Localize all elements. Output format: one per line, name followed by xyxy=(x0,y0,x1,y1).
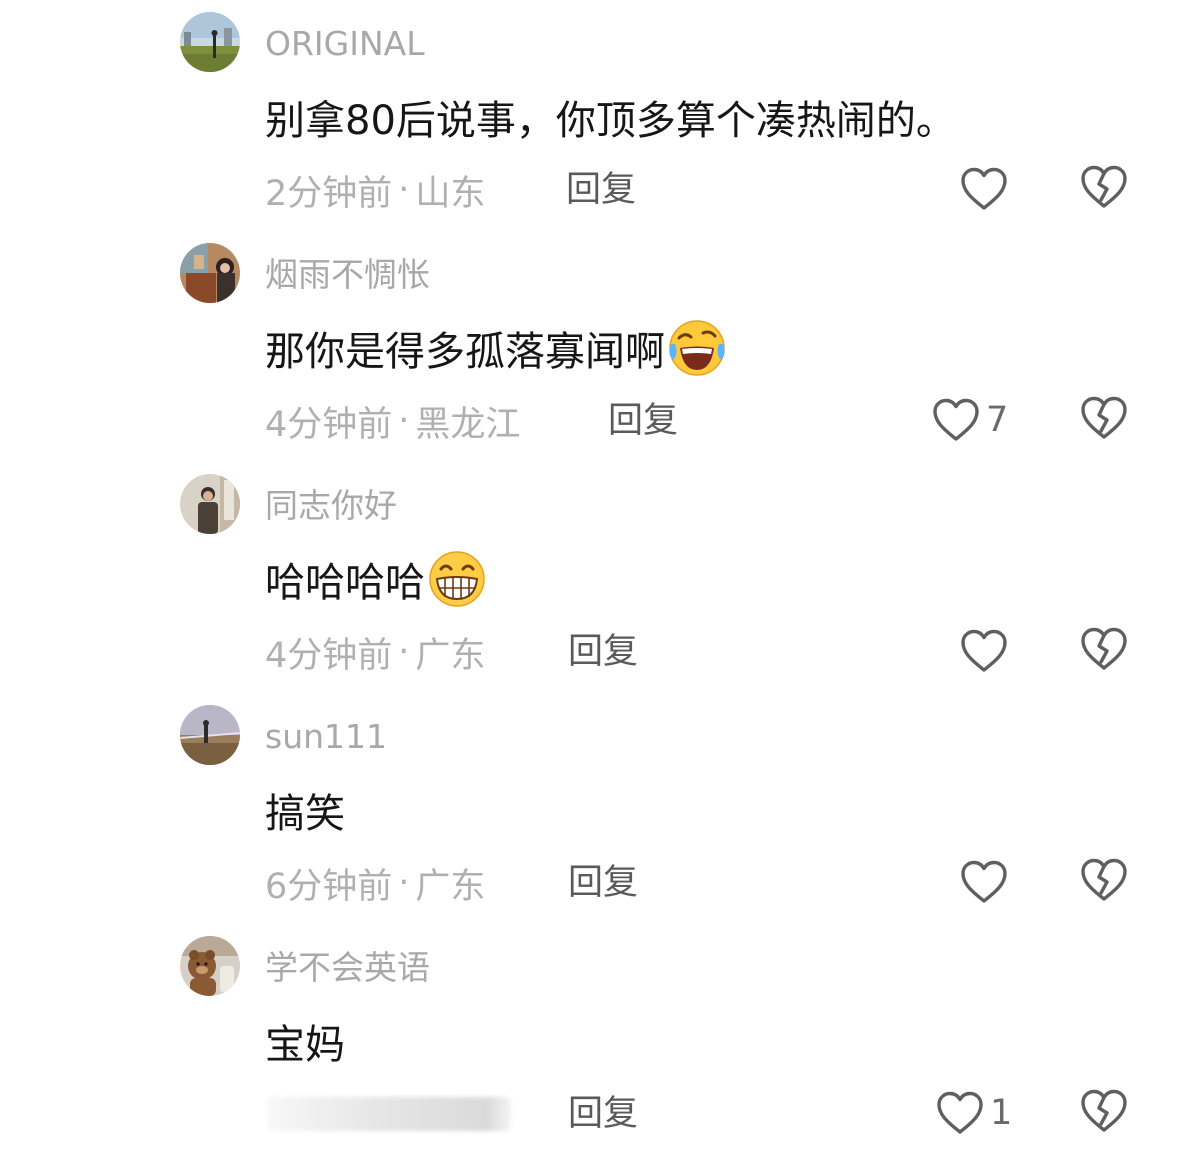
comment-meta: 2分钟前 · 山东 xyxy=(265,168,485,214)
redacted-meta-bar xyxy=(267,1097,511,1131)
broken-heart-icon xyxy=(1081,1089,1127,1132)
comment-time: 4分钟前 xyxy=(265,404,393,445)
comment-location: 广东 xyxy=(415,635,486,676)
comment-text: 哈哈哈哈 xyxy=(265,550,487,608)
avatar[interactable] xyxy=(180,936,240,996)
meta-separator: · xyxy=(398,170,410,210)
dislike-button[interactable] xyxy=(1080,395,1128,443)
broken-heart-icon xyxy=(1081,627,1127,670)
avatar[interactable] xyxy=(180,243,240,303)
broken-heart-icon xyxy=(1081,858,1127,901)
avatar-image xyxy=(180,474,240,534)
dislike-button[interactable] xyxy=(1080,164,1128,212)
like-button[interactable]: 7 xyxy=(932,395,1008,445)
dislike-button[interactable] xyxy=(1080,626,1128,674)
comment-item: 同志你好 哈哈哈哈 4分钟前 · 广东 回复 xyxy=(0,462,1179,693)
comment-username[interactable]: sun111 xyxy=(265,715,387,759)
avatar[interactable] xyxy=(180,12,240,72)
comment-username[interactable]: 同志你好 xyxy=(265,484,397,528)
avatar-image xyxy=(180,936,240,996)
broken-heart-icon xyxy=(1081,165,1127,208)
comment-meta: 4分钟前 · 黑龙江 xyxy=(265,399,520,445)
avatar-image xyxy=(180,243,240,303)
reply-button[interactable]: 回复 xyxy=(568,861,638,905)
comment-time: 2分钟前 xyxy=(265,173,393,214)
comment-text: 宝妈 xyxy=(265,1012,345,1070)
broken-heart-icon xyxy=(1081,396,1127,439)
meta-separator: · xyxy=(398,863,410,903)
avatar[interactable] xyxy=(180,705,240,765)
comment-item: ORIGINAL 别拿80后说事，你顶多算个凑热闹的。 2分钟前 · 山东 回复 xyxy=(0,0,1179,231)
dislike-button[interactable] xyxy=(1080,857,1128,905)
heart-icon xyxy=(937,1091,983,1134)
comment-text: 搞笑 xyxy=(265,781,345,839)
heart-icon xyxy=(961,860,1007,903)
avatar[interactable] xyxy=(180,474,240,534)
comment-location: 广东 xyxy=(415,866,486,907)
comment-text: 别拿80后说事，你顶多算个凑热闹的。 xyxy=(265,88,956,146)
comment-location: 山东 xyxy=(415,173,486,214)
comment-username[interactable]: ORIGINAL xyxy=(265,22,425,66)
like-button[interactable] xyxy=(960,164,1008,214)
like-button[interactable]: 1 xyxy=(936,1088,1012,1138)
dislike-button[interactable] xyxy=(1080,1088,1128,1136)
comment-item: 学不会英语 宝妈 回复 1 xyxy=(0,924,1179,1155)
comment-meta: 4分钟前 · 广东 xyxy=(265,630,485,676)
rolling-laughing-emoji-icon xyxy=(669,320,725,376)
reply-button[interactable]: 回复 xyxy=(568,1092,638,1136)
like-button[interactable] xyxy=(960,626,1008,676)
reply-button[interactable]: 回复 xyxy=(568,630,638,674)
comment-text-body: 别拿80后说事，你顶多算个凑热闹的。 xyxy=(265,98,956,144)
like-count: 7 xyxy=(986,400,1009,440)
comment-time: 6分钟前 xyxy=(265,866,393,907)
avatar-image xyxy=(180,705,240,765)
comment-text-body: 搞笑 xyxy=(265,791,345,837)
heart-icon xyxy=(933,398,979,441)
comment-text-body: 哈哈哈哈 xyxy=(265,560,425,606)
grinning-emoji-icon xyxy=(429,551,485,607)
comment-text: 那你是得多孤落寡闻啊 xyxy=(265,319,727,377)
comment-username[interactable]: 学不会英语 xyxy=(265,946,430,990)
comment-item: sun111 搞笑 6分钟前 · 广东 回复 xyxy=(0,693,1179,924)
comment-username[interactable]: 烟雨不惆怅 xyxy=(265,253,430,297)
heart-icon xyxy=(961,167,1007,210)
avatar-image xyxy=(180,12,240,72)
comment-item: 烟雨不惆怅 那你是得多孤落寡闻啊 4分钟前 · 黑龙江 回复 7 xyxy=(0,231,1179,462)
comment-meta-redacted xyxy=(267,1092,511,1136)
meta-separator: · xyxy=(398,401,410,441)
comment-text-body: 那你是得多孤落寡闻啊 xyxy=(265,329,665,375)
reply-button[interactable]: 回复 xyxy=(566,168,636,212)
heart-icon xyxy=(961,629,1007,672)
like-button[interactable] xyxy=(960,857,1008,907)
comment-text-body: 宝妈 xyxy=(265,1022,345,1068)
meta-separator: · xyxy=(398,632,410,672)
like-count: 1 xyxy=(990,1093,1013,1133)
comment-location: 黑龙江 xyxy=(415,404,521,445)
comment-meta: 6分钟前 · 广东 xyxy=(265,861,485,907)
comment-time: 4分钟前 xyxy=(265,635,393,676)
reply-button[interactable]: 回复 xyxy=(608,399,678,443)
